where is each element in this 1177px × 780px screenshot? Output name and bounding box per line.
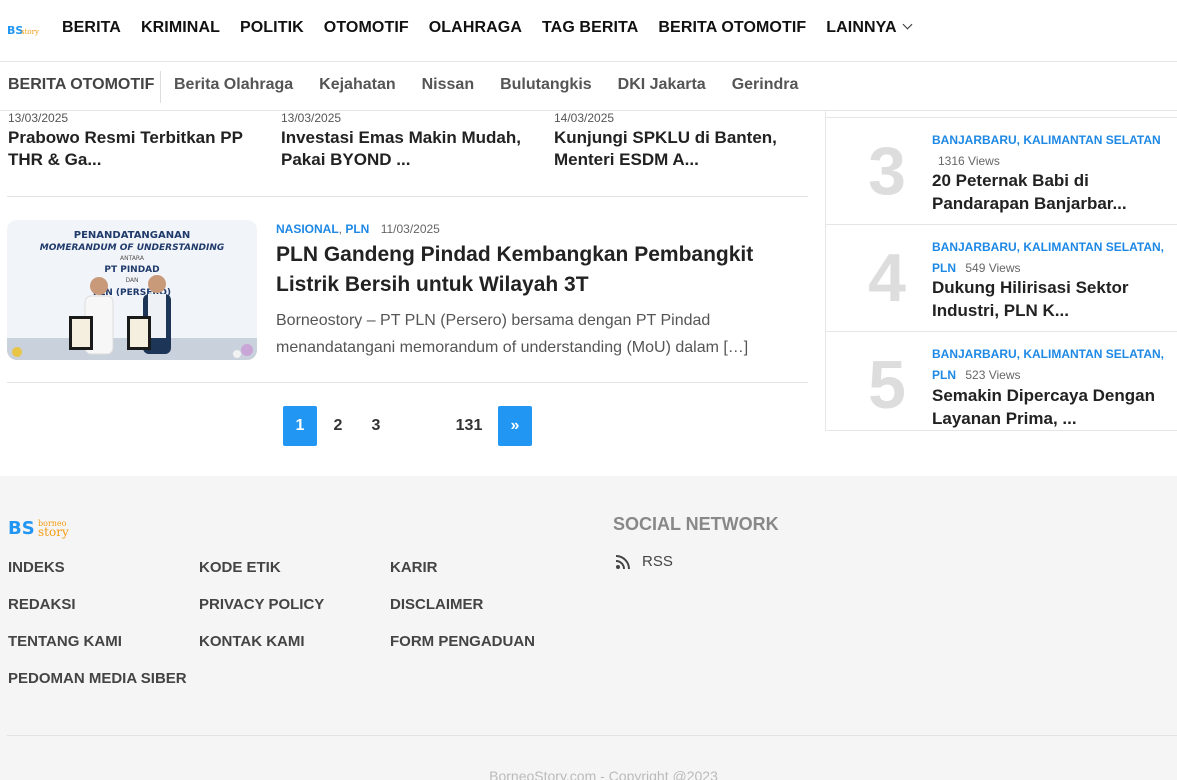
category-link[interactable]: BANJARBARU, KALIMANTAN SELATAN: [932, 133, 1161, 147]
article-meta: NASIONAL, PLN 11/03/2025: [276, 222, 440, 236]
popular-post-item[interactable]: 5 BANJARBARU, KALIMANTAN SELATAN, PLN 52…: [825, 331, 1177, 430]
svg-text:story: story: [21, 28, 39, 36]
post-meta: BANJARBARU, KALIMANTAN SELATAN, PLN 549 …: [932, 237, 1167, 279]
footer-link-tentang-kami[interactable]: TENTANG KAMI: [8, 633, 122, 650]
footer-link-redaksi[interactable]: REDAKSI: [8, 596, 76, 613]
footer-divider: [7, 735, 1177, 736]
social-network-heading: SOCIAL NETWORK: [613, 514, 779, 534]
subnav-gerindra[interactable]: Gerindra: [732, 76, 799, 94]
nav-lainnya-label: LAINNYA: [826, 19, 897, 36]
rank-number: 5: [868, 347, 906, 423]
footer-link-privacy-policy[interactable]: PRIVACY POLICY: [199, 596, 324, 613]
footer-logo-icon[interactable]: BS borneo story: [8, 514, 78, 540]
rss-icon: [615, 554, 630, 569]
article-date: 11/03/2025: [380, 222, 440, 236]
subnav-berita-otomotif[interactable]: BERITA OTOMOTIF: [8, 76, 154, 94]
article-card[interactable]: 14/03/2025 Kunjungi SPKLU di Banten, Men…: [554, 111, 814, 171]
footer-link-disclaimer[interactable]: DISCLAIMER: [390, 596, 483, 613]
thumbnail-line5: DAN: [125, 277, 138, 284]
svg-text:BS: BS: [8, 518, 35, 539]
post-meta: BANJARBARU, KALIMANTAN SELATAN, PLN 523 …: [932, 344, 1167, 386]
category-link[interactable]: NASIONAL: [276, 222, 339, 236]
post-meta: BANJARBARU, KALIMANTAN SELATAN 1316 View…: [932, 130, 1167, 172]
copyright-text: BorneoStory.com - Copyright @2023: [489, 768, 718, 780]
subnav-nissan[interactable]: Nissan: [422, 76, 474, 94]
site-logo-icon[interactable]: BS story: [7, 22, 39, 38]
subnav-kejahatan[interactable]: Kejahatan: [319, 76, 395, 94]
subnav-berita-olahraga[interactable]: Berita Olahraga: [174, 76, 293, 94]
view-count: 1316 Views: [938, 154, 1000, 168]
article-thumbnail[interactable]: PENANDATANGANAN MOMERANDUM OF UNDERSTAND…: [7, 220, 257, 360]
nav-olahraga[interactable]: OLAHRAGA: [429, 19, 522, 37]
sub-navbar: BERITA OTOMOTIF Berita Olahraga Kejahata…: [0, 63, 1177, 111]
category-link[interactable]: PLN: [345, 222, 369, 236]
article-card[interactable]: 13/03/2025 Prabowo Resmi Terbitkan PP TH…: [8, 111, 268, 171]
article-date: 13/03/2025: [8, 111, 69, 125]
main-nav: BERITA KRIMINAL POLITIK OTOMOTIF OLAHRAG…: [62, 19, 931, 37]
footer-link-kontak-kami[interactable]: KONTAK KAMI: [199, 633, 305, 650]
thumbnail-line1: PENANDATANGANAN: [74, 230, 190, 241]
rank-number: 3: [868, 133, 906, 209]
footer-link-form-pengaduan[interactable]: FORM PENGADUAN: [390, 633, 535, 650]
nav-politik[interactable]: POLITIK: [240, 19, 304, 37]
chevron-down-icon: [902, 19, 913, 30]
thumbnail-line2: MOMERANDUM OF UNDERSTANDING: [40, 243, 225, 253]
post-title[interactable]: Semakin Dipercaya Dengan Layanan Prima, …: [932, 384, 1167, 430]
footer-link-pedoman-media-siber[interactable]: PEDOMAN MEDIA SIBER: [8, 670, 187, 687]
post-title[interactable]: Dukung Hilirisasi Sektor Industri, PLN K…: [932, 276, 1167, 322]
article-excerpt: Borneostory – PT PLN (Persero) bersama d…: [276, 312, 749, 356]
view-count: 549 Views: [965, 261, 1021, 275]
article-date: 13/03/2025: [281, 111, 342, 125]
rss-link[interactable]: RSS: [615, 553, 673, 570]
article-headline[interactable]: PLN Gandeng Pindad Kembangkan Pembangkit…: [276, 240, 796, 300]
page-last-button[interactable]: 131: [452, 406, 486, 446]
article-title[interactable]: Prabowo Resmi Terbitkan PP THR & Ga...: [8, 127, 268, 171]
subnav-bulutangkis[interactable]: Bulutangkis: [500, 76, 592, 94]
svg-text:story: story: [38, 525, 69, 539]
top-navbar: BS story BERITA KRIMINAL POLITIK OTOMOTI…: [0, 0, 1177, 62]
subnav-list: Berita Olahraga Kejahatan Nissan Bulutan…: [174, 76, 824, 94]
footer-link-indeks[interactable]: INDEKS: [8, 559, 65, 576]
subnav-divider: [160, 71, 161, 103]
popular-post-item[interactable]: 3 BANJARBARU, KALIMANTAN SELATAN 1316 Vi…: [825, 117, 1177, 224]
divider: [7, 382, 808, 383]
view-count: 523 Views: [965, 368, 1021, 382]
popular-post-item[interactable]: 4 BANJARBARU, KALIMANTAN SELATAN, PLN 54…: [825, 224, 1177, 331]
page-2-button[interactable]: 2: [323, 406, 353, 446]
nav-kriminal[interactable]: KRIMINAL: [141, 19, 220, 37]
nav-otomotif[interactable]: OTOMOTIF: [324, 19, 409, 37]
nav-tag-berita[interactable]: TAG BERITA: [542, 19, 638, 37]
thumbnail-line3: ANTARA: [120, 255, 145, 262]
page-3-button[interactable]: 3: [361, 406, 391, 446]
article-card[interactable]: 13/03/2025 Investasi Emas Makin Mudah, P…: [281, 111, 541, 171]
footer-link-kode-etik[interactable]: KODE ETIK: [199, 559, 281, 576]
post-title[interactable]: 20 Peternak Babi di Pandarapan Banjarbar…: [932, 169, 1167, 215]
article-title[interactable]: Kunjungi SPKLU di Banten, Menteri ESDM A…: [554, 127, 814, 171]
subnav-dki-jakarta[interactable]: DKI Jakarta: [618, 76, 706, 94]
article-title[interactable]: Investasi Emas Makin Mudah, Pakai BYOND …: [281, 127, 541, 171]
page-1-button[interactable]: 1: [283, 406, 317, 446]
article-date: 14/03/2025: [554, 111, 615, 125]
divider: [7, 196, 808, 197]
nav-berita-otomotif[interactable]: BERITA OTOMOTIF: [658, 19, 806, 37]
nav-lainnya[interactable]: LAINNYA: [826, 19, 913, 37]
thumbnail-line4: PT PINDAD: [104, 265, 159, 275]
rss-label: RSS: [642, 553, 673, 570]
thumbnail-image: PENANDATANGANAN MOMERANDUM OF UNDERSTAND…: [7, 220, 257, 360]
next-page-button[interactable]: »: [498, 406, 532, 446]
site-footer: BS borneo story INDEKS KODE ETIK KARIR R…: [0, 476, 1177, 780]
rank-number: 4: [868, 240, 906, 316]
nav-berita[interactable]: BERITA: [62, 19, 121, 37]
footer-link-karir[interactable]: KARIR: [390, 559, 438, 576]
